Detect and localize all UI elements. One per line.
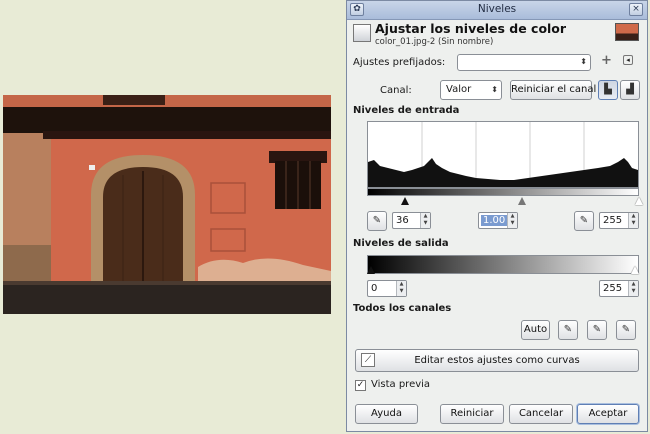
preview-checkbox[interactable]: ✓ (355, 380, 366, 391)
linear-histogram-icon[interactable]: ▙ (598, 80, 618, 100)
levels-icon (353, 24, 371, 42)
input-low-value: 36 (396, 215, 409, 226)
black-point-slider[interactable] (401, 197, 409, 205)
gamma-slider[interactable] (518, 197, 526, 205)
preview-label: Vista previa (371, 379, 431, 390)
output-levels-heading: Niveles de salida (353, 238, 449, 249)
all-channels-heading: Todos los canales (353, 303, 452, 314)
header-subtitle: color_01.jpg-2 (Sin nombre) (375, 37, 494, 47)
reset-button[interactable]: Reiniciar (440, 404, 504, 424)
curves-icon: ⟋ (361, 353, 375, 367)
accept-button[interactable]: Aceptar (577, 404, 639, 424)
input-high-value: 255 (603, 215, 623, 226)
header-title: Ajustar los niveles de color (375, 21, 567, 36)
window-title: Niveles (477, 3, 517, 15)
photo-canvas (3, 95, 331, 314)
input-levels-heading: Niveles de entrada (353, 105, 460, 116)
eyedropper-icon[interactable]: ✎ (367, 211, 387, 231)
combo-arrow-icon: ⬍ (580, 57, 587, 66)
spin-arrows-icon[interactable]: ▲ ▼ (420, 213, 430, 228)
edit-as-curves-button[interactable]: ⟋ Editar estos ajustes como curvas (355, 349, 639, 372)
input-gradient (367, 188, 639, 196)
output-gradient[interactable] (367, 255, 639, 274)
eyedropper-icon[interactable]: ✎ (574, 211, 594, 231)
histogram[interactable] (367, 121, 639, 188)
levels-dialog: ✿ Niveles × Ajustar los niveles de color… (346, 0, 648, 432)
menu-icon[interactable]: ◂ (623, 55, 633, 65)
spin-arrows-icon[interactable]: ▲ ▼ (396, 281, 406, 296)
histogram-graph (368, 122, 638, 187)
output-high-spinbutton[interactable]: 255 ▲ ▼ (599, 280, 639, 297)
reset-channel-button[interactable]: Reiniciar el canal (510, 80, 596, 100)
output-low-value: 0 (371, 283, 378, 294)
eyedropper-icon[interactable]: ✎ (616, 320, 636, 340)
image-preview (3, 95, 331, 314)
auto-button[interactable]: Auto (521, 320, 550, 340)
input-low-spinbutton[interactable]: 36 ▲ ▼ (392, 212, 431, 229)
output-white-slider[interactable] (631, 266, 639, 274)
eyedropper-icon[interactable]: ✎ (587, 320, 607, 340)
log-histogram-icon[interactable]: ▟ (620, 80, 640, 100)
dialog-header: Ajustar los niveles de color color_01.jp… (353, 21, 641, 47)
spin-arrows-icon[interactable]: ▲ ▼ (628, 213, 638, 228)
white-point-slider[interactable] (635, 197, 643, 205)
presets-combo[interactable]: ⬍ (457, 54, 591, 71)
output-low-spinbutton[interactable]: 0 ▲ ▼ (367, 280, 407, 297)
help-button[interactable]: Ayuda (355, 404, 418, 424)
gamma-value: 1.00 (481, 215, 508, 226)
spin-arrows-icon[interactable]: ▲ ▼ (507, 213, 517, 228)
channel-value: Valor (446, 84, 472, 95)
image-thumbnail (615, 23, 639, 41)
combo-arrow-icon: ⬍ (491, 85, 498, 94)
plus-icon[interactable]: + (601, 53, 612, 68)
spin-arrows-icon[interactable]: ▲ ▼ (628, 281, 638, 296)
gamma-spinbutton[interactable]: 1.00 ▲ ▼ (478, 212, 518, 229)
output-high-value: 255 (603, 283, 623, 294)
output-black-slider[interactable] (367, 266, 375, 274)
cancel-button[interactable]: Cancelar (509, 404, 573, 424)
close-icon[interactable]: × (629, 3, 643, 16)
channel-label: Canal: (380, 85, 412, 96)
title-bar[interactable]: ✿ Niveles × (347, 1, 647, 20)
presets-label: Ajustes prefijados: (353, 57, 446, 68)
eyedropper-icon[interactable]: ✎ (558, 320, 578, 340)
edit-as-curves-label: Editar estos ajustes como curvas (414, 355, 580, 366)
channel-combo[interactable]: Valor ⬍ (440, 80, 502, 100)
input-high-spinbutton[interactable]: 255 ▲ ▼ (599, 212, 639, 229)
